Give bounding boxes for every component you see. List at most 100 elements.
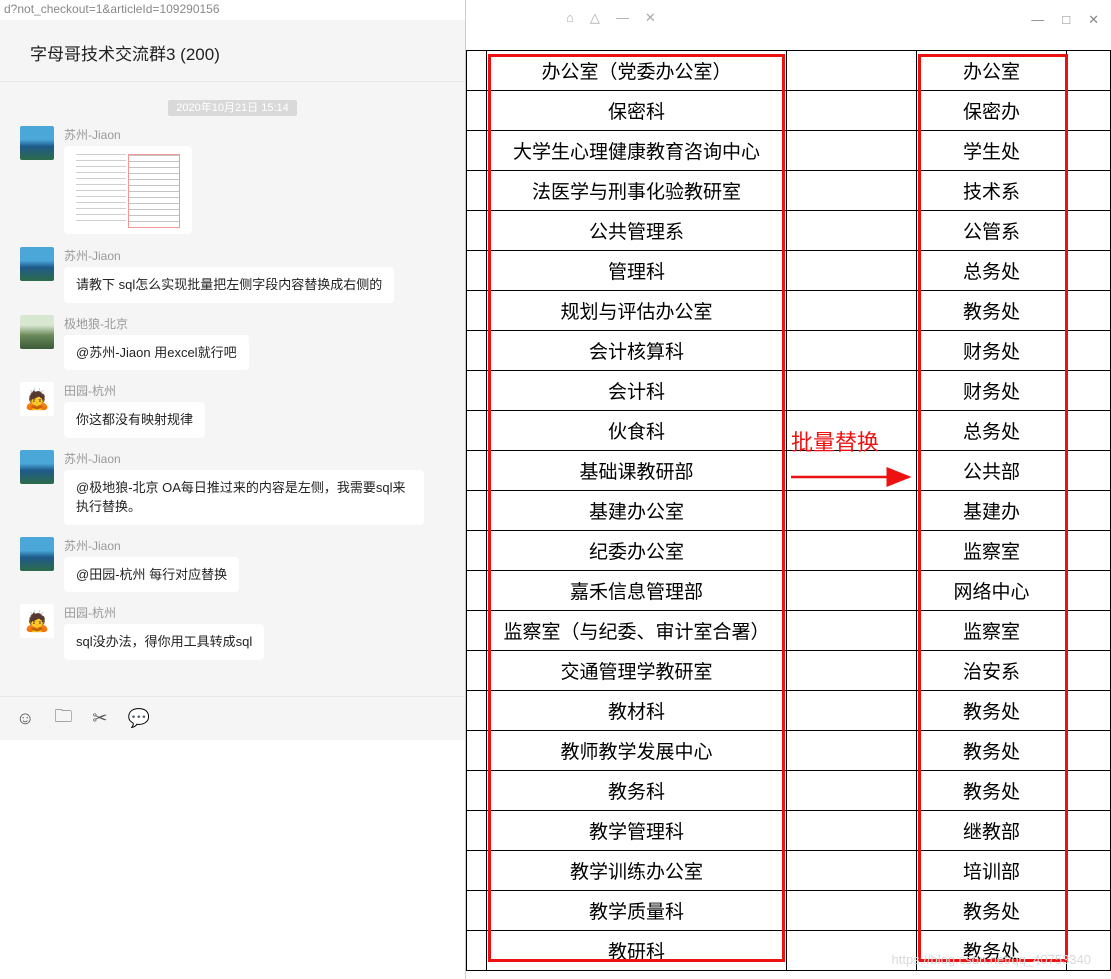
cell-target[interactable]: 监察室: [917, 531, 1067, 571]
cell-source[interactable]: 纪委办公室: [487, 531, 787, 571]
cell-target[interactable]: 总务处: [917, 251, 1067, 291]
cell-source[interactable]: 交通管理学教研室: [487, 651, 787, 691]
emoji-icon[interactable]: ☺: [16, 708, 34, 729]
cell[interactable]: [1067, 211, 1111, 251]
cell[interactable]: [467, 771, 487, 811]
table-row[interactable]: 教学管理科继教部: [467, 811, 1111, 851]
cell[interactable]: [1067, 131, 1111, 171]
x-icon[interactable]: ✕: [645, 10, 656, 26]
cell[interactable]: [467, 531, 487, 571]
cell-target[interactable]: 培训部: [917, 851, 1067, 891]
cell-source[interactable]: 教务科: [487, 771, 787, 811]
cell[interactable]: [467, 211, 487, 251]
cell[interactable]: [467, 731, 487, 771]
cell[interactable]: [467, 691, 487, 731]
cell-mid[interactable]: [787, 171, 917, 211]
cell[interactable]: [467, 91, 487, 131]
cell[interactable]: [1067, 651, 1111, 691]
cell[interactable]: [467, 51, 487, 91]
cell[interactable]: [1067, 691, 1111, 731]
table-row[interactable]: 教师教学发展中心 教务处: [467, 731, 1111, 771]
cell-mid[interactable]: [787, 211, 917, 251]
cell-target[interactable]: 公管系: [917, 211, 1067, 251]
table-row[interactable]: 监察室（与纪委、审计室合署）监察室: [467, 611, 1111, 651]
cell-mid[interactable]: [787, 131, 917, 171]
cell-source[interactable]: 公共管理系: [487, 211, 787, 251]
cell[interactable]: [467, 411, 487, 451]
close-button[interactable]: ✕: [1088, 12, 1099, 28]
cell-mid[interactable]: [787, 451, 917, 491]
cell[interactable]: [467, 331, 487, 371]
cell-target[interactable]: 财务处: [917, 331, 1067, 371]
avatar[interactable]: [20, 537, 54, 571]
cell[interactable]: [1067, 731, 1111, 771]
table-row[interactable]: 保密科 保密办: [467, 91, 1111, 131]
cell[interactable]: [1067, 771, 1111, 811]
cell-mid[interactable]: [787, 771, 917, 811]
cell-mid[interactable]: [787, 531, 917, 571]
cell-source[interactable]: 管理科: [487, 251, 787, 291]
cell[interactable]: [467, 131, 487, 171]
cell-source[interactable]: 基建办公室: [487, 491, 787, 531]
table-row[interactable]: 嘉禾信息管理部网络中心: [467, 571, 1111, 611]
avatar[interactable]: [20, 450, 54, 484]
cell-mid[interactable]: [787, 651, 917, 691]
cell[interactable]: [1067, 491, 1111, 531]
table-row[interactable]: 公共管理系 公管系: [467, 211, 1111, 251]
cell-mid[interactable]: [787, 611, 917, 651]
cell-source[interactable]: 大学生心理健康教育咨询中心: [487, 131, 787, 171]
cell-mid[interactable]: [787, 691, 917, 731]
cell[interactable]: [1067, 531, 1111, 571]
cell-mid[interactable]: [787, 51, 917, 91]
cell-mid[interactable]: [787, 411, 917, 451]
cell-source[interactable]: 教学训练办公室: [487, 851, 787, 891]
table-row[interactable]: 伙食科总务处: [467, 411, 1111, 451]
cell[interactable]: [467, 171, 487, 211]
cell[interactable]: [1067, 291, 1111, 331]
minimize-button[interactable]: —: [1031, 12, 1044, 28]
cell-target[interactable]: 公共部: [917, 451, 1067, 491]
table-row[interactable]: 纪委办公室 监察室: [467, 531, 1111, 571]
message-image[interactable]: [64, 146, 192, 234]
cell-target[interactable]: 教务处: [917, 891, 1067, 931]
table-row[interactable]: 会计科 财务处: [467, 371, 1111, 411]
cell-mid[interactable]: [787, 331, 917, 371]
cell-source[interactable]: 会计科: [487, 371, 787, 411]
avatar[interactable]: 🙇: [20, 604, 54, 638]
cell-source[interactable]: 教材科: [487, 691, 787, 731]
cell-source[interactable]: 保密科: [487, 91, 787, 131]
table-row[interactable]: 办公室（党委办公室）办公室: [467, 51, 1111, 91]
avatar[interactable]: [20, 126, 54, 160]
cell[interactable]: [467, 931, 487, 971]
cell-mid[interactable]: [787, 731, 917, 771]
table-row[interactable]: 大学生心理健康教育咨询中心学生处: [467, 131, 1111, 171]
table-row[interactable]: 教材科教务处: [467, 691, 1111, 731]
cell-mid[interactable]: [787, 371, 917, 411]
cell-target[interactable]: 财务处: [917, 371, 1067, 411]
cell[interactable]: [467, 891, 487, 931]
cell-target[interactable]: 教务处: [917, 731, 1067, 771]
maximize-button[interactable]: □: [1062, 12, 1070, 28]
scissors-icon[interactable]: ✂: [92, 708, 107, 729]
avatar[interactable]: [20, 315, 54, 349]
cell-source[interactable]: 教师教学发展中心: [487, 731, 787, 771]
cell-source[interactable]: 办公室（党委办公室）: [487, 51, 787, 91]
cell-source[interactable]: 法医学与刑事化验教研室: [487, 171, 787, 211]
cell-target[interactable]: 教务处: [917, 291, 1067, 331]
cell-target[interactable]: 保密办: [917, 91, 1067, 131]
cell[interactable]: [1067, 451, 1111, 491]
cell-target[interactable]: 治安系: [917, 651, 1067, 691]
cell[interactable]: [1067, 851, 1111, 891]
cell-mid[interactable]: [787, 491, 917, 531]
home-icon[interactable]: ⌂: [566, 10, 574, 26]
cell-mid[interactable]: [787, 891, 917, 931]
cell-source[interactable]: 教研科: [487, 931, 787, 971]
cell[interactable]: [1067, 331, 1111, 371]
cell-mid[interactable]: [787, 571, 917, 611]
cell[interactable]: [467, 451, 487, 491]
cell[interactable]: [1067, 411, 1111, 451]
dash-icon[interactable]: —: [616, 10, 629, 26]
cell[interactable]: [467, 851, 487, 891]
cell-mid[interactable]: [787, 851, 917, 891]
avatar[interactable]: [20, 247, 54, 281]
